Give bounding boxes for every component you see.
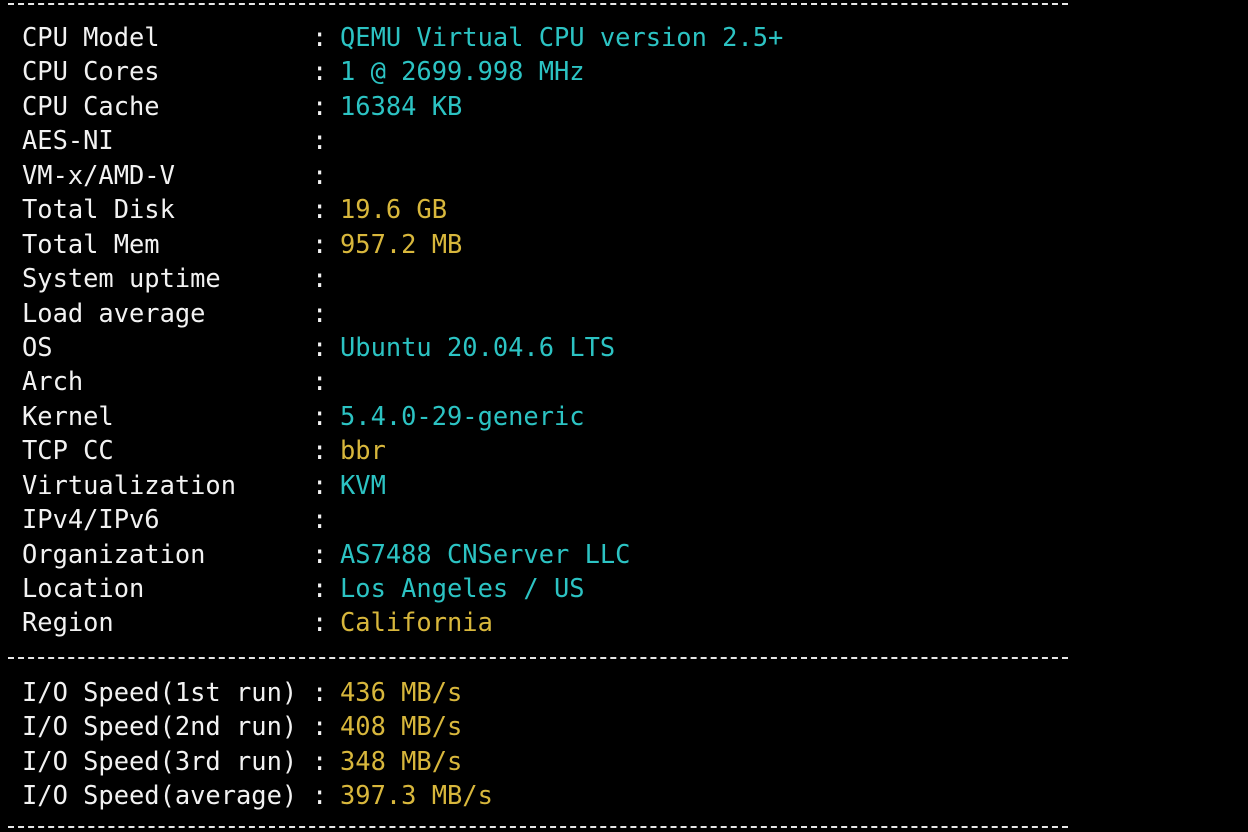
colon-separator: :: [312, 90, 328, 121]
io-row-1st-run: I/O Speed(1st run):436 MB/s: [22, 675, 493, 709]
info-row-arch: Arch:: [22, 364, 783, 398]
info-label: Location: [22, 573, 145, 603]
colon-separator: :: [312, 504, 328, 535]
info-value: 16384 KB: [340, 90, 463, 121]
colon-separator: :: [312, 573, 328, 603]
io-value: 436 MB/s: [340, 677, 463, 707]
separator-line: [8, 657, 1068, 659]
io-row-average: I/O Speed(average):397.3 MB/s: [22, 778, 493, 812]
info-row-location: Location: Los Angeles / US: [22, 571, 783, 605]
info-row-load-average: Load average:: [22, 296, 783, 330]
info-value: California: [340, 607, 493, 638]
colon-separator: :: [312, 711, 328, 742]
colon-separator: :: [312, 263, 328, 294]
info-label: VM-x/AMD-V: [22, 159, 175, 190]
info-row-system-uptime: System uptime:: [22, 261, 783, 295]
info-row-ipv4-ipv6: IPv4/IPv6:: [22, 502, 783, 536]
info-row-aes-ni: AES-NI:: [22, 123, 783, 157]
colon-separator: :: [312, 469, 328, 500]
info-value: Ubuntu 20.04.6 LTS: [340, 331, 616, 362]
colon-separator: :: [312, 159, 328, 190]
info-label: IPv4/IPv6: [22, 504, 160, 535]
io-speed-block: I/O Speed(1st run):436 MB/s I/O Speed(2n…: [22, 675, 493, 813]
info-label: Total Mem: [22, 228, 160, 259]
info-row-cpu-cache: CPU Cache:16384 KB: [22, 89, 783, 123]
info-row-os: OS: Ubuntu 20.04.6 LTS: [22, 330, 783, 364]
info-row-kernel: Kernel:5.4.0-29-generic: [22, 399, 783, 433]
colon-separator: :: [312, 366, 328, 397]
colon-separator: :: [312, 538, 328, 569]
io-value: 397.3 MB/s: [340, 780, 493, 811]
colon-separator: :: [312, 331, 328, 362]
io-row-3rd-run: I/O Speed(3rd run):348 MB/s: [22, 744, 493, 778]
info-value: 5.4.0-29-generic: [340, 400, 585, 431]
info-row-total-disk: Total Disk:19.6 GB: [22, 192, 783, 226]
info-row-total-mem: Total Mem:957.2 MB: [22, 227, 783, 261]
separator-line: [8, 3, 1068, 5]
info-label: CPU Model: [22, 22, 160, 52]
info-row-organization: Organization: AS7488 CNServer LLC: [22, 537, 783, 571]
info-value: QEMU Virtual CPU version 2.5+: [340, 22, 784, 52]
info-value: 19.6 GB: [340, 194, 448, 225]
info-label: Kernel: [22, 400, 114, 431]
colon-separator: :: [312, 22, 328, 52]
info-value: Los Angeles / US: [340, 573, 585, 603]
info-value: 957.2 MB: [340, 228, 463, 259]
info-row-virtualization: Virtualization: KVM: [22, 468, 783, 502]
info-label: Organization: [22, 538, 206, 569]
info-row-cpu-cores: CPU Cores:1 @ 2699.998 MHz: [22, 54, 783, 88]
io-label: I/O Speed(average): [22, 780, 298, 811]
info-label: Region: [22, 607, 114, 638]
info-row-cpu-model: CPU Model: QEMU Virtual CPU version 2.5+: [22, 20, 783, 54]
io-label: I/O Speed(2nd run): [22, 711, 298, 742]
colon-separator: :: [312, 228, 328, 259]
info-label: Total Disk: [22, 194, 175, 225]
io-label: I/O Speed(3rd run): [22, 745, 298, 776]
separator-line: [8, 826, 1068, 828]
colon-separator: :: [312, 400, 328, 431]
colon-separator: :: [312, 780, 328, 811]
info-value: bbr: [340, 435, 386, 466]
info-label: System uptime: [22, 263, 221, 294]
info-row-tcp-cc: TCP CC: bbr: [22, 433, 783, 467]
info-value: KVM: [340, 469, 386, 500]
info-label: CPU Cache: [22, 90, 160, 121]
io-label: I/O Speed(1st run): [22, 677, 298, 707]
info-row-region: Region: California: [22, 605, 783, 639]
info-label: AES-NI: [22, 125, 114, 156]
io-value: 348 MB/s: [340, 745, 463, 776]
info-label: Arch: [22, 366, 84, 397]
colon-separator: :: [312, 56, 328, 87]
info-label: OS: [22, 331, 53, 362]
colon-separator: :: [312, 607, 328, 638]
info-label: TCP CC: [22, 435, 114, 466]
info-label: Virtualization: [22, 469, 237, 500]
info-row-vm-x-amd-v: VM-x/AMD-V:: [22, 158, 783, 192]
system-info-block: CPU Model: QEMU Virtual CPU version 2.5+ …: [22, 20, 783, 640]
io-value: 408 MB/s: [340, 711, 463, 742]
colon-separator: :: [312, 125, 328, 156]
colon-separator: :: [312, 194, 328, 225]
colon-separator: :: [312, 435, 328, 466]
terminal-window[interactable]: CPU Model: QEMU Virtual CPU version 2.5+ …: [0, 0, 1248, 832]
colon-separator: :: [312, 677, 328, 707]
info-label: CPU Cores: [22, 56, 160, 87]
info-value: 1 @ 2699.998 MHz: [340, 56, 585, 87]
colon-separator: :: [312, 297, 328, 328]
io-row-2nd-run: I/O Speed(2nd run):408 MB/s: [22, 709, 493, 743]
info-label: Load average: [22, 297, 206, 328]
colon-separator: :: [312, 745, 328, 776]
info-value: AS7488 CNServer LLC: [340, 538, 631, 569]
